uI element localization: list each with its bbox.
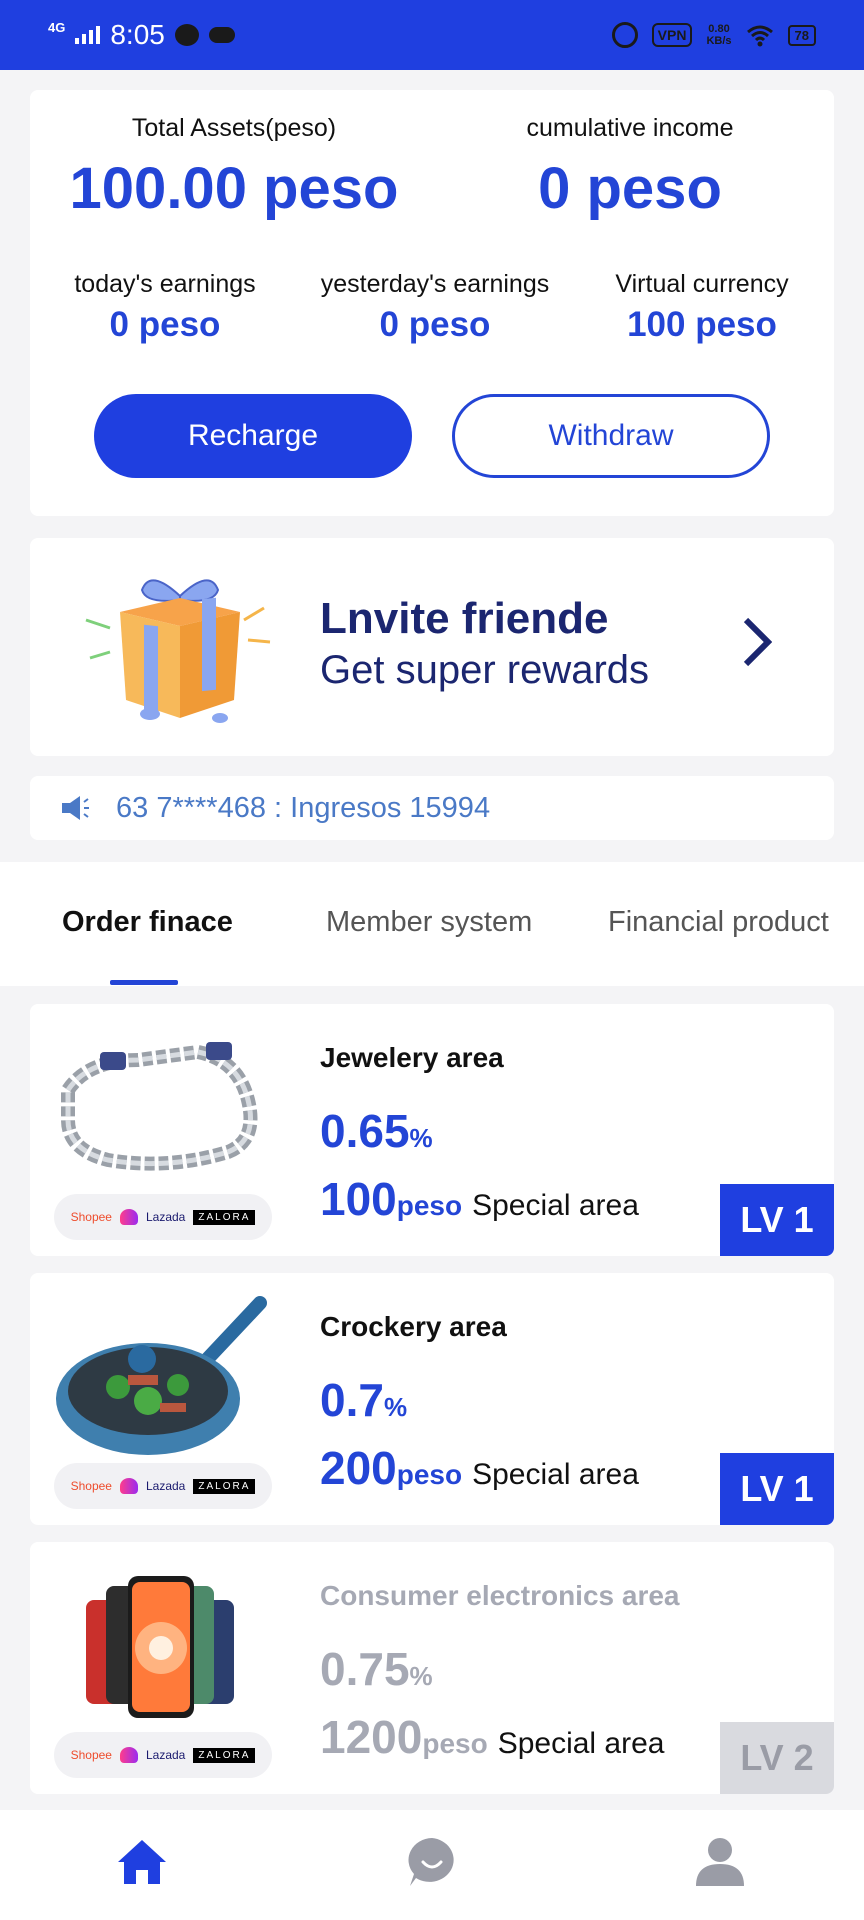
total-assets: Total Assets(peso) 100.00 peso — [54, 114, 414, 222]
virtual-currency-label: Virtual currency — [615, 270, 789, 298]
product-rate: 0.7% — [320, 1374, 408, 1426]
product-price: 200peso Special area — [320, 1442, 639, 1494]
yesterday-earnings-label: yesterday's earnings — [320, 270, 550, 298]
total-assets-value: 100.00 peso — [69, 156, 399, 221]
total-assets-label: Total Assets(peso) — [131, 114, 337, 142]
battery-icon: 78 — [787, 24, 816, 46]
cumulative-income-label: cumulative income — [526, 114, 734, 142]
invite-banner[interactable]: Lnvite friende Get super rewards — [30, 538, 834, 756]
network-type: 4G — [48, 19, 66, 35]
tab-financial-product[interactable]: Financial product — [608, 906, 829, 939]
invite-subtitle: Get super rewards — [320, 648, 650, 692]
shopee-logo: Shopee — [70, 1210, 112, 1224]
profile-icon[interactable] — [694, 1836, 746, 1888]
status-bar: 4G 8:05 VPN 0.80 KB/s 78 — [0, 0, 864, 70]
cloud-icon — [208, 27, 235, 43]
product-name: Consumer electronics area — [320, 1580, 680, 1611]
cumulative-income-value: 0 peso — [538, 156, 722, 221]
zalora-logo: ZALORA — [193, 1209, 256, 1225]
shopee-logo: Shopee — [70, 1479, 112, 1493]
level-badge: LV 1 — [720, 1184, 834, 1256]
bottom-navigation — [0, 1810, 864, 1920]
product-rate: 0.65% — [320, 1105, 433, 1157]
assets-card: Total Assets(peso) 100.00 peso cumulativ… — [30, 90, 834, 516]
active-tab-indicator — [110, 980, 178, 985]
product-price: 1200peso Special area — [320, 1711, 665, 1763]
vpn-badge: VPN — [651, 23, 693, 47]
shopee-logo: Shopee — [70, 1748, 112, 1762]
product-card-crockery[interactable]: Shopee Lazada ZALORA Crockery area 0.7% … — [30, 1273, 834, 1525]
lazada-heart-icon — [119, 1747, 138, 1763]
product-card-consumer-electronics[interactable]: Shopee Lazada ZALORA Consumer electronic… — [30, 1542, 834, 1794]
tab-member-system[interactable]: Member system — [326, 906, 532, 939]
lazada-heart-icon — [119, 1209, 138, 1225]
signal-icon — [75, 26, 101, 44]
lazada-logo: Lazada — [145, 1210, 186, 1224]
zalora-logo: ZALORA — [193, 1747, 256, 1763]
product-rate: 0.75% — [320, 1643, 433, 1695]
network-speed: 0.80 KB/s — [706, 22, 732, 47]
chat-icon[interactable] — [406, 1836, 458, 1888]
category-tabs: Order finace Member system Financial pro… — [0, 862, 864, 986]
lazada-logo: Lazada — [145, 1748, 186, 1762]
today-earnings: today's earnings 0 peso — [30, 270, 300, 345]
yesterday-earnings: yesterday's earnings 0 peso — [300, 270, 570, 345]
level-badge: LV 1 — [720, 1453, 834, 1525]
yesterday-earnings-value: 0 peso — [379, 305, 491, 344]
tab-order-finace[interactable]: Order finace — [62, 906, 233, 939]
brand-badges: Shopee Lazada ZALORA — [54, 1732, 272, 1778]
message-icon — [174, 24, 199, 46]
status-time: 8:05 — [110, 19, 165, 50]
wifi-icon — [746, 25, 774, 47]
product-card-jewelery[interactable]: Shopee Lazada ZALORA Jewelery area 0.65%… — [30, 1004, 834, 1256]
gift-box-icon — [85, 579, 271, 723]
product-price: 100peso Special area — [320, 1173, 639, 1225]
speaker-icon — [62, 796, 89, 820]
lazada-heart-icon — [119, 1478, 138, 1494]
lazada-logo: Lazada — [145, 1479, 186, 1493]
brand-badges: Shopee Lazada ZALORA — [54, 1463, 272, 1509]
notice-ticker: 63 7****468 : Ingresos 15994 — [30, 776, 834, 840]
chevron-right-icon[interactable] — [742, 616, 772, 668]
product-name: Jewelery area — [320, 1042, 504, 1073]
invite-title: Lnvite friende — [320, 594, 609, 643]
withdraw-button[interactable]: Withdraw — [452, 394, 770, 478]
level-badge: LV 2 — [720, 1722, 834, 1794]
virtual-currency: Virtual currency 100 peso — [570, 270, 834, 345]
alarm-icon — [611, 22, 638, 48]
notice-text: 63 7****468 : Ingresos 15994 — [116, 791, 491, 824]
cumulative-income: cumulative income 0 peso — [450, 114, 810, 222]
zalora-logo: ZALORA — [193, 1478, 256, 1494]
today-earnings-value: 0 peso — [109, 305, 221, 344]
product-name: Crockery area — [320, 1311, 507, 1342]
virtual-currency-value: 100 peso — [627, 305, 777, 344]
home-icon[interactable] — [116, 1836, 168, 1888]
brand-badges: Shopee Lazada ZALORA — [54, 1194, 272, 1240]
recharge-button[interactable]: Recharge — [94, 394, 412, 478]
today-earnings-label: today's earnings — [74, 270, 256, 298]
